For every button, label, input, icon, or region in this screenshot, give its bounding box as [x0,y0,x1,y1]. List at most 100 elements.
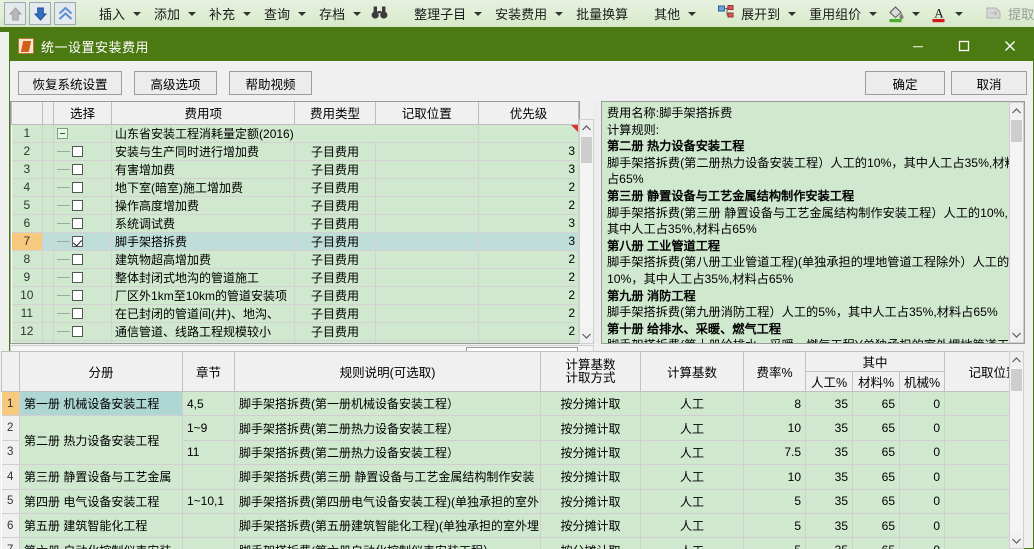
toolbar-item-font-color[interactable]: A [926,0,969,27]
fee-type-cell[interactable]: 子目费用 [294,160,376,179]
col-basis-method[interactable]: 计算基数 计取方式 [540,351,641,392]
col-fee-item[interactable]: 费用项 [111,102,296,125]
material-pct-cell[interactable]: 65 [852,440,900,466]
scroll-up-icon[interactable] [580,120,593,135]
record-position-cell[interactable] [375,304,479,323]
material-pct-cell[interactable]: 65 [852,415,900,441]
select-cell[interactable] [53,178,113,197]
record-position-cell[interactable] [375,160,479,179]
rate-cell[interactable]: 5 [743,537,806,549]
fee-item-name[interactable]: 系统调试费 [111,214,296,233]
col-fee-type[interactable]: 费用类型 [294,102,376,125]
basis-cell[interactable]: 人工 [640,464,744,490]
toolbar-item-expand-to[interactable]: 展开到 [714,0,802,27]
record-position-cell[interactable] [375,214,479,233]
chapter-cell[interactable] [182,537,235,549]
toolbar-item-other[interactable]: 其他 [647,0,702,27]
scroll-up-icon[interactable] [1010,103,1023,118]
col-select[interactable]: 选择 [53,102,113,125]
fee-item-name[interactable]: 地下室(暗室)施工增加费 [111,178,296,197]
confirm-button[interactable]: 确定 [865,71,945,95]
table-row[interactable]: 5 第四册 电气设备安装工程 1~10,1 脚手架搭拆费(第四册电气设备安装工程)(单… [1,489,1024,514]
labor-pct-cell[interactable]: 35 [805,537,853,549]
col-basis[interactable]: 计算基数 [640,351,744,392]
chapter-cell[interactable] [182,464,235,490]
fee-type-cell[interactable]: 子目费用 [294,232,376,251]
toolbar-item-archive[interactable]: 存档 [312,0,367,27]
basis-cell[interactable]: 人工 [640,440,744,466]
rate-cell[interactable]: 10 [743,464,806,490]
rule-description-cell[interactable]: 脚手架搭拆费(第五册建筑智能化工程)(单独承担的室外埋 [234,513,541,539]
table-row[interactable]: 2 第二册 热力设备安装工程 1~9 脚手架搭拆费(第二册热力设备安装工程） 按分摊计取… [1,415,1024,466]
fee-item-name[interactable]: 安装与生产同时进行增加费 [111,142,296,161]
labor-pct-cell[interactable]: 35 [805,464,853,490]
volume-cell[interactable]: 第二册 热力设备安装工程 [19,415,183,466]
fee-type-cell[interactable]: 子目费用 [294,250,376,269]
machine-pct-cell[interactable]: 0 [899,464,946,490]
rule-description-cell[interactable]: 脚手架搭拆费(第一册机械设备安装工程） [234,391,541,417]
machine-pct-cell[interactable]: 0 [899,489,946,514]
chapter-cell[interactable]: 11 [182,440,235,466]
col-volume[interactable]: 分册 [19,351,183,392]
material-pct-cell[interactable]: 65 [852,464,900,490]
record-position-cell[interactable] [375,196,479,215]
chapter-cell[interactable]: 4,5 [182,391,235,417]
fee-item-name[interactable]: 净高小干1.6m的楼层、断面小干 [111,340,296,343]
down-arrow-icon[interactable] [29,2,51,25]
fee-item-name[interactable]: 脚手架搭拆费 [111,232,296,251]
basis-method-cell[interactable]: 按分摊计取 [540,391,641,417]
fee-type-cell[interactable]: 子目费用 [294,286,376,305]
select-cell[interactable] [53,304,113,323]
collapse-all-icon[interactable] [54,2,76,25]
table-row[interactable]: 7第六册 自动化控制仪表安装 脚手架搭拆费(第六册自动化控制仪表安装工程）按分摊计… [1,537,1024,549]
volume-cell[interactable]: 第五册 建筑智能化工程 [19,513,183,539]
rule-description-cell[interactable]: 脚手架搭拆费(第六册自动化控制仪表安装工程） [234,537,541,549]
toolbar-item-insert[interactable]: 插入 [92,0,147,27]
priority-cell[interactable]: 2 [478,196,579,215]
record-position-cell[interactable] [375,178,479,197]
volume-cell[interactable]: 第六册 自动化控制仪表安装 [19,537,183,549]
rule-grid[interactable]: 分册 章节 规则说明(可选取) 计算基数 计取方式 计算基数 费率% 其中 记取… [1,351,1024,549]
machine-pct-cell[interactable]: 0 [899,440,946,466]
select-cell[interactable] [53,340,113,343]
fee-type-cell[interactable]: 子目费用 [294,196,376,215]
scroll-up-icon[interactable] [1010,352,1023,367]
advanced-options-button[interactable]: 高级选项 [134,71,217,95]
fee-item-row[interactable]: 10 厂区外1km至10km的管道安装项 子目费用 2 [11,286,579,305]
record-position-cell[interactable] [375,340,479,343]
record-position-cell[interactable] [375,232,479,251]
fee-item-name[interactable]: 有害增加费 [111,160,296,179]
select-cell[interactable] [53,142,113,161]
rule-description-cell[interactable]: 脚手架搭拆费(第三册 静置设备与工艺金属结构制作安装 [234,464,541,490]
rule-description-cell[interactable]: 脚手架搭拆费(第二册热力设备安装工程） [234,440,541,466]
fee-type-cell[interactable]: 子目费用 [294,322,376,341]
minimize-icon[interactable] [895,31,941,61]
machine-pct-cell[interactable]: 0 [899,415,946,441]
fee-item-row[interactable]: 13 净高小干1.6m的楼层、断面小干子目费用 2 [11,340,579,343]
toolbar-item-batch-convert[interactable]: 批量换算 [569,0,635,27]
record-position-cell[interactable] [375,322,479,341]
record-position-cell[interactable] [375,268,479,287]
rate-cell[interactable]: 8 [743,391,806,417]
fee-item-checkbox[interactable] [72,271,84,283]
select-cell[interactable] [53,196,113,215]
record-position-cell[interactable] [375,142,479,161]
labor-pct-cell[interactable]: 35 [805,415,853,441]
col-rate[interactable]: 费率% [743,351,806,392]
rule-grid-vscrollbar[interactable] [1009,351,1024,549]
basis-method-cell[interactable]: 按分摊计取 [540,440,641,466]
table-row[interactable]: 6 第五册 建筑智能化工程 脚手架搭拆费(第五册建筑智能化工程)(单独承担的室外埋按… [1,513,1024,539]
fee-item-name[interactable]: 在已封闭的管道间(井)、地沟、 [111,304,296,323]
priority-cell[interactable]: 3 [478,142,579,161]
fee-item-checkbox[interactable] [72,163,84,175]
machine-pct-cell[interactable]: 0 [899,391,946,417]
fee-item-name[interactable]: 通信管道、线路工程规模较小 [111,322,296,341]
material-pct-cell[interactable]: 65 [852,391,900,417]
fee-item-checkbox[interactable] [72,217,84,229]
select-cell[interactable] [53,232,113,251]
fee-item-row[interactable]: 9 整体封闭式地沟的管道施工 子目费用 2 [11,268,579,287]
priority-cell[interactable]: 2 [478,250,579,269]
fee-grid-vscrollbar[interactable] [579,119,594,344]
up-arrow-icon[interactable] [4,2,26,25]
basis-cell[interactable]: 人工 [640,415,744,441]
